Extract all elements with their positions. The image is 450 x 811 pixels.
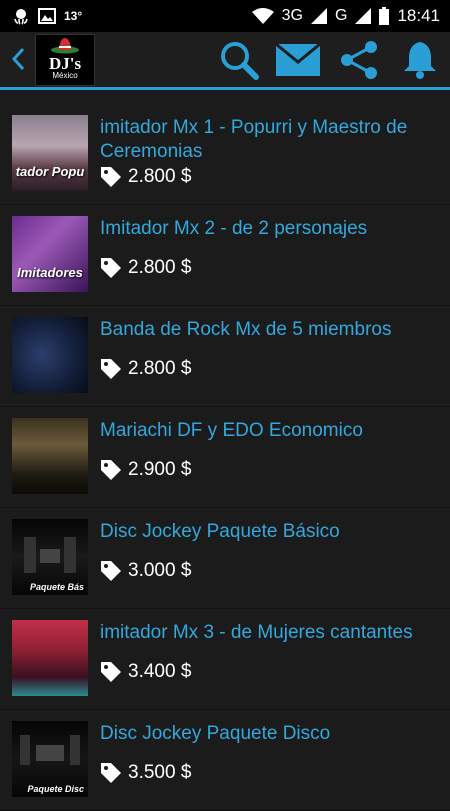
status-bar: 13° 3G G 18:41 xyxy=(0,0,450,32)
item-thumbnail: tador Popu xyxy=(12,115,88,191)
app-bar: DJ's México xyxy=(0,32,450,90)
item-title: Disc Jockey Paquete Disco xyxy=(100,723,331,744)
clock-text: 18:41 xyxy=(397,6,440,25)
item-title: imitador Mx 1 - Popurri y Maestro de Cer… xyxy=(100,117,408,162)
thumbnail-caption: Paquete Bás xyxy=(29,582,84,592)
list-item[interactable]: Paquete Bás Disc Jockey Paquete Básico 3… xyxy=(0,508,450,609)
battery-icon xyxy=(379,7,390,25)
price-tag-icon xyxy=(101,359,121,379)
item-thumbnail: Imitadores xyxy=(12,216,88,292)
list-item[interactable]: Mariachi DF y EDO Economico 2.900 $ xyxy=(0,407,450,508)
item-title: imitador Mx 3 - de Mujeres cantantes xyxy=(100,622,413,643)
carrier-signal-text: G xyxy=(335,7,348,24)
notifications-button[interactable] xyxy=(398,38,442,82)
item-price: 2.900 $ xyxy=(128,459,192,480)
thumbnail-caption: Paquete Disc xyxy=(27,784,84,794)
price-row: 2.800 $ xyxy=(100,358,191,380)
app-logo[interactable]: DJ's México xyxy=(35,34,95,86)
item-title: Banda de Rock Mx de 5 miembros xyxy=(100,319,392,340)
item-title: Mariachi DF y EDO Economico xyxy=(100,420,363,441)
back-button[interactable] xyxy=(6,44,30,74)
mail-button[interactable] xyxy=(276,38,320,82)
price-tag-icon xyxy=(101,561,121,581)
signal-icon xyxy=(311,8,327,24)
list-item[interactable]: Banda de Rock Mx de 5 miembros 2.800 $ xyxy=(0,306,450,407)
item-thumbnail: Paquete Disc xyxy=(12,721,88,797)
list-item[interactable]: tador Popu imitador Mx 1 - Popurri y Mae… xyxy=(0,104,450,205)
price-tag-icon xyxy=(101,763,121,783)
product-list: tador Popu imitador Mx 1 - Popurri y Mae… xyxy=(0,104,450,811)
item-price: 3.000 $ xyxy=(128,560,192,581)
logo-subtext: México xyxy=(52,71,78,80)
item-price: 3.400 $ xyxy=(128,661,192,682)
list-item[interactable]: Paquete Disc Disc Jockey Paquete Disco 3… xyxy=(0,710,450,811)
price-row: 3.500 $ xyxy=(100,762,191,784)
item-title: Imitador Mx 2 - de 2 personajes xyxy=(100,218,368,239)
item-price: 2.800 $ xyxy=(128,257,192,278)
price-row: 2.800 $ xyxy=(100,166,191,188)
mail-icon xyxy=(276,44,320,76)
item-thumbnail xyxy=(12,418,88,494)
price-row: 2.900 $ xyxy=(100,459,191,481)
price-tag-icon xyxy=(101,258,121,278)
list-item[interactable]: Imitadores Imitador Mx 2 - de 2 personaj… xyxy=(0,205,450,306)
item-title: Disc Jockey Paquete Básico xyxy=(100,521,340,542)
item-thumbnail xyxy=(12,620,88,696)
item-thumbnail xyxy=(12,317,88,393)
search-button[interactable] xyxy=(217,38,261,82)
sombrero-icon xyxy=(51,38,79,54)
item-thumbnail: Paquete Bás xyxy=(12,519,88,595)
item-price: 3.500 $ xyxy=(128,762,192,783)
search-icon xyxy=(221,42,259,80)
octopus-notification-icon xyxy=(12,7,30,25)
share-button[interactable] xyxy=(337,38,381,82)
temperature-text: 13° xyxy=(64,9,83,23)
chevron-left-icon xyxy=(11,47,25,71)
item-price: 2.800 $ xyxy=(128,358,192,379)
wifi-icon xyxy=(251,8,274,24)
signal-2-icon xyxy=(355,8,372,24)
price-row: 2.800 $ xyxy=(100,257,191,279)
thumbnail-caption: tador Popu xyxy=(15,164,85,179)
thumbnail-caption: Imitadores xyxy=(17,265,83,280)
price-tag-icon xyxy=(101,662,121,682)
price-tag-icon xyxy=(101,167,121,187)
network-type-text: 3G xyxy=(281,7,303,24)
share-icon xyxy=(341,41,377,79)
bell-icon xyxy=(404,42,436,79)
price-row: 3.000 $ xyxy=(100,560,191,582)
item-price: 2.800 $ xyxy=(128,166,192,187)
list-item[interactable]: imitador Mx 3 - de Mujeres cantantes 3.4… xyxy=(0,609,450,710)
image-notification-icon xyxy=(38,8,56,24)
price-tag-icon xyxy=(101,460,121,480)
price-row: 3.400 $ xyxy=(100,661,191,683)
